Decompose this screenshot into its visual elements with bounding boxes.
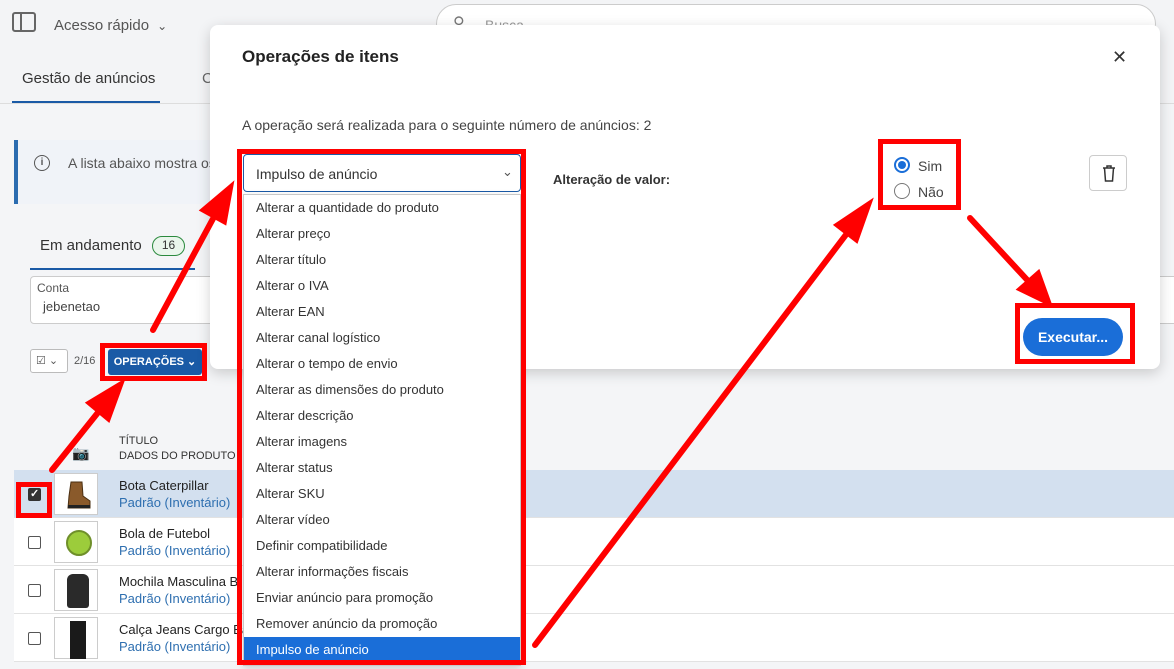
annotation-arrows	[49, 180, 1054, 648]
arrow-head	[832, 197, 874, 244]
arrow-head	[198, 180, 235, 226]
arrow-line	[49, 407, 103, 473]
arrow-line	[967, 215, 1033, 286]
arrow-line	[150, 212, 218, 333]
arrow-line	[532, 229, 851, 648]
